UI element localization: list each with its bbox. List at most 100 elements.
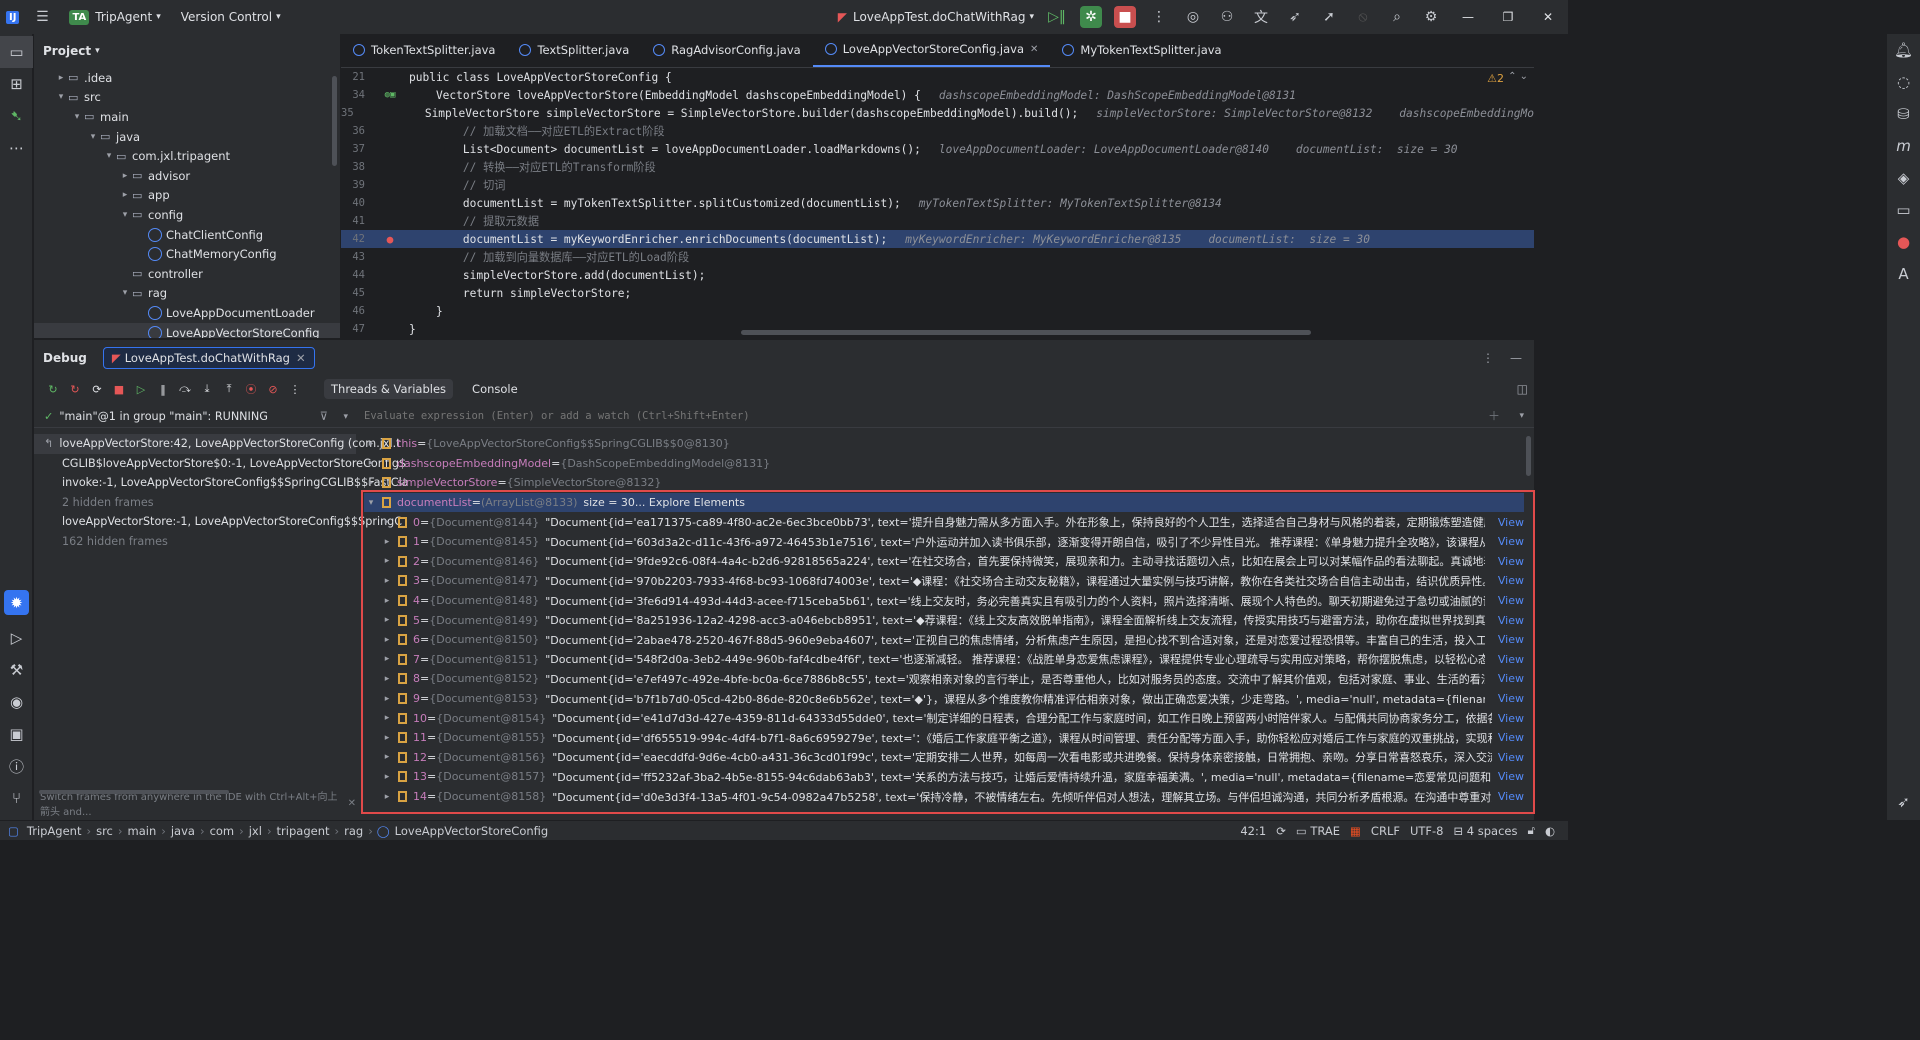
caret-position[interactable]: 42:1 <box>1235 824 1271 838</box>
close-icon[interactable]: ✕ <box>296 351 306 365</box>
variable-row[interactable]: ▸ dashscopeEmbeddingModel = {DashScopeEmb… <box>364 454 1524 474</box>
breadcrumb-item[interactable]: rag <box>339 824 368 838</box>
ai-status-icon[interactable]: ⟳ <box>1271 824 1291 838</box>
tree-item[interactable]: ▾ ▭ main <box>34 107 340 127</box>
stack-frame[interactable]: invoke:-1, LoveAppVectorStoreConfig$$Spr… <box>34 473 409 493</box>
chevron-right-icon[interactable]: ▸ <box>380 772 394 782</box>
code-line[interactable]: 45 return simpleVectorStore; <box>341 284 1534 302</box>
database-icon[interactable]: ⛁ <box>1887 98 1920 130</box>
rerun-failed-icon[interactable]: ↻ <box>66 380 84 398</box>
chevron-right-icon[interactable]: ▸ <box>380 556 394 566</box>
tree-item[interactable]: ▸ ▭ advisor <box>34 166 340 186</box>
chevron-down-icon[interactable]: ▾ <box>1519 411 1524 421</box>
chevron-right-icon[interactable]: ▸ <box>380 615 394 625</box>
maven-icon[interactable]: m <box>1887 130 1920 162</box>
view-link[interactable]: View <box>1493 711 1524 725</box>
view-link[interactable]: View <box>1493 790 1524 804</box>
breadcrumb-item[interactable]: src <box>91 824 118 838</box>
tree-item[interactable]: ▾ ▭ java <box>34 127 340 147</box>
document-row[interactable]: ▸ 1 = {Document@8145} "Document{id='603d3a… <box>364 532 1524 552</box>
lock-icon[interactable]: 🔓︎ <box>1523 823 1540 838</box>
gear-icon[interactable]: ⚙ <box>1414 0 1448 34</box>
document-row[interactable]: ▸ 13 = {Document@8157} "Document{id='ff523… <box>364 767 1524 787</box>
breadcrumb-item[interactable]: TripAgent <box>22 824 87 838</box>
document-row[interactable]: ▸ 11 = {Document@8155} "Document{id='df655… <box>364 728 1524 748</box>
project-panel-header[interactable]: Project ▾ <box>34 34 340 68</box>
more-icon[interactable]: ⋮ <box>1142 0 1176 34</box>
plugin-status[interactable]: ▭ TRAE <box>1291 824 1345 838</box>
tree-scrollbar[interactable] <box>332 76 337 166</box>
document-row[interactable]: ▸ 5 = {Document@8149} "Document{id='8a2519… <box>364 610 1524 630</box>
chevron-right-icon[interactable]: ▸ <box>380 674 394 684</box>
view-link[interactable]: View <box>1493 613 1524 627</box>
breadcrumb-item[interactable]: java <box>166 824 200 838</box>
tree-item[interactable]: LoveAppVectorStoreConfig <box>34 322 340 338</box>
add-watch-icon[interactable]: ＋ <box>1488 407 1500 424</box>
tab-console[interactable]: Console <box>465 379 525 399</box>
view-link[interactable]: View <box>1493 515 1524 529</box>
view-link[interactable]: View <box>1493 554 1524 568</box>
chevron-right-icon[interactable]: ▸ <box>380 733 394 743</box>
translate-icon[interactable]: 文 <box>1244 0 1278 34</box>
indent-setting[interactable]: ⊟ 4 spaces <box>1449 824 1523 838</box>
gradle-icon[interactable]: ◈ <box>1887 162 1920 194</box>
pause-icon[interactable]: ‖ <box>154 380 172 398</box>
resume-icon[interactable]: ▷‖ <box>1040 0 1074 34</box>
stack-frame[interactable]: 2 hidden frames <box>34 493 356 513</box>
file-encoding[interactable]: UTF-8 <box>1405 824 1449 838</box>
stop-icon[interactable]: ■ <box>1108 0 1142 34</box>
document-row[interactable]: ▸ 14 = {Document@8158} "Document{id='d0e3d… <box>364 787 1524 807</box>
notifications-icon[interactable]: 🔔︎ <box>1887 34 1920 66</box>
step-into-icon[interactable]: ⤓ <box>198 380 216 398</box>
document-row[interactable]: ▸ 8 = {Document@8152} "Document{id='e7ef49… <box>364 669 1524 689</box>
plugin-icon[interactable]: ➶ <box>1278 0 1312 34</box>
minimize-panel-icon[interactable]: — <box>1510 351 1522 365</box>
chevron-right-icon[interactable]: ▸ <box>118 171 132 181</box>
debug-run-icon[interactable]: ✲ <box>1074 0 1108 34</box>
frames-scrollbar[interactable] <box>39 790 229 794</box>
code-line[interactable]: 47} <box>341 320 1534 338</box>
breadcrumb-item[interactable]: com <box>205 824 240 838</box>
stack-frame[interactable]: CGLIB$loveAppVectorStore$0:-1, LoveAppVe… <box>34 454 406 474</box>
tree-item[interactable]: ChatClientConfig <box>34 225 340 245</box>
view-link[interactable]: View <box>1493 652 1524 666</box>
plugin-leaf-icon[interactable]: ➷ <box>0 100 33 132</box>
mute-breakpoints-icon[interactable]: ⊘ <box>264 380 282 398</box>
document-row[interactable]: ▸ 7 = {Document@8151} "Document{id='548f2d… <box>364 650 1524 670</box>
code-line[interactable]: 38 // 转换——对应ETL的Transform阶段 <box>341 158 1534 176</box>
document-row[interactable]: ▸ 0 = {Document@8144} "Document{id='ea1713… <box>364 512 1524 532</box>
chevron-right-icon[interactable]: ▸ <box>380 517 394 527</box>
editor-tab[interactable]: LoveAppVectorStoreConfig.java ✕ <box>812 34 1051 67</box>
folder-icon[interactable]: ▭ <box>0 36 33 68</box>
more-icon[interactable]: ⋮ <box>286 380 304 398</box>
code-line[interactable]: 42 ● documentList = myKeywordEnricher.enr… <box>341 230 1534 248</box>
ai-chat-icon[interactable]: ◌ <box>1887 66 1920 98</box>
document-row[interactable]: ▸ 12 = {Document@8156} "Document{id='eaecd… <box>364 748 1524 768</box>
step-out-icon[interactable]: ⤒ <box>220 380 238 398</box>
code-line[interactable]: 43 // 加载到向量数据库——对应ETL的Load阶段 <box>341 248 1534 266</box>
code-line[interactable]: 40 documentList = myTokenTextSplitter.sp… <box>341 194 1534 212</box>
view-link[interactable]: View <box>1493 770 1524 784</box>
view-link[interactable]: View <box>1493 633 1524 647</box>
view-link[interactable]: View <box>1493 574 1524 588</box>
breadcrumb-item[interactable]: jxl <box>244 824 267 838</box>
view-link[interactable]: View <box>1493 731 1524 745</box>
font-icon[interactable]: A <box>1887 258 1920 290</box>
breadcrumb-item[interactable]: tripagent <box>272 824 335 838</box>
breadcrumb-item[interactable]: main <box>123 824 162 838</box>
chevron-right-icon[interactable]: ▸ <box>380 537 394 547</box>
code-line[interactable]: 35 SimpleVectorStore simpleVectorStore =… <box>341 104 1534 122</box>
code-line[interactable]: 36 // 加载文档——对应ETL的Extract阶段 <box>341 122 1534 140</box>
vars-scrollbar[interactable] <box>1526 436 1531 476</box>
chevron-right-icon[interactable]: ▸ <box>364 478 378 488</box>
bean-icon[interactable]: ◍▣ <box>371 90 409 100</box>
close-icon[interactable]: ✕ <box>1030 44 1038 55</box>
chevron-down-icon[interactable]: ▾ <box>343 412 348 422</box>
chevron-right-icon[interactable]: ▸ <box>380 694 394 704</box>
chevron-right-icon[interactable]: ▸ <box>364 439 378 449</box>
plugin-red-icon[interactable]: ● <box>1887 226 1920 258</box>
services-icon[interactable]: ◉ <box>0 686 33 718</box>
view-link[interactable]: View <box>1493 750 1524 764</box>
chevron-down-icon[interactable]: ▾ <box>364 498 378 508</box>
git-icon[interactable]: ⑂ <box>0 782 33 814</box>
